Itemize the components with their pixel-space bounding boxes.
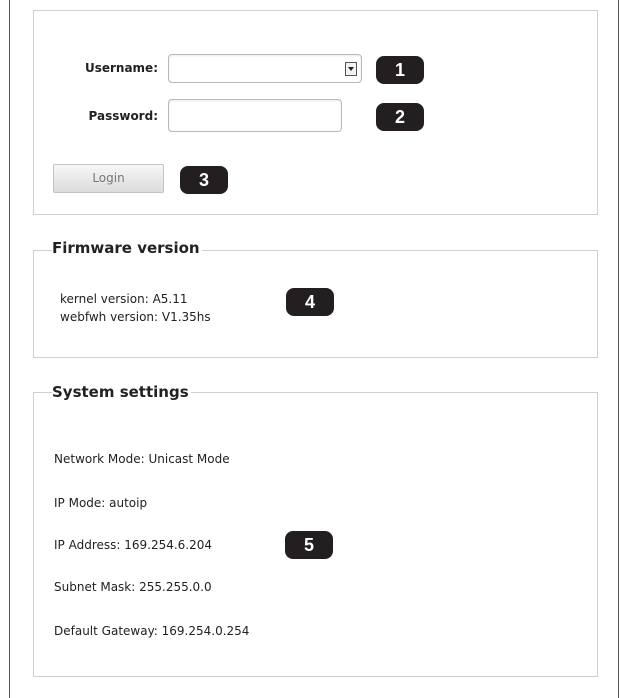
- callout-badge-4: 4: [286, 288, 334, 316]
- callout-badge-5: 5: [285, 531, 333, 559]
- callout-badge-1: 1: [376, 56, 424, 84]
- ip-address: IP Address: 169.254.6.204: [54, 538, 213, 552]
- ip-mode: IP Mode: autoip: [54, 496, 148, 510]
- system-settings-legend: System settings: [52, 383, 191, 401]
- login-button[interactable]: Login: [53, 164, 164, 193]
- callout-badge-3: 3: [180, 166, 228, 194]
- network-mode: Network Mode: Unicast Mode: [54, 452, 230, 466]
- callout-badge-2: 2: [376, 103, 424, 131]
- firmware-legend: Firmware version: [52, 239, 202, 257]
- username-select[interactable]: [168, 54, 362, 83]
- kernel-version: kernel version: A5.11: [60, 292, 188, 306]
- subnet-mask: Subnet Mask: 255.255.0.0: [54, 580, 212, 594]
- default-gateway: Default Gateway: 169.254.0.254: [54, 624, 250, 638]
- webfwh-version: webfwh version: V1.35hs: [60, 310, 211, 324]
- password-field[interactable]: [168, 99, 342, 132]
- username-label: Username:: [84, 61, 158, 75]
- chevron-down-icon[interactable]: [345, 62, 357, 76]
- password-label: Password:: [88, 109, 159, 123]
